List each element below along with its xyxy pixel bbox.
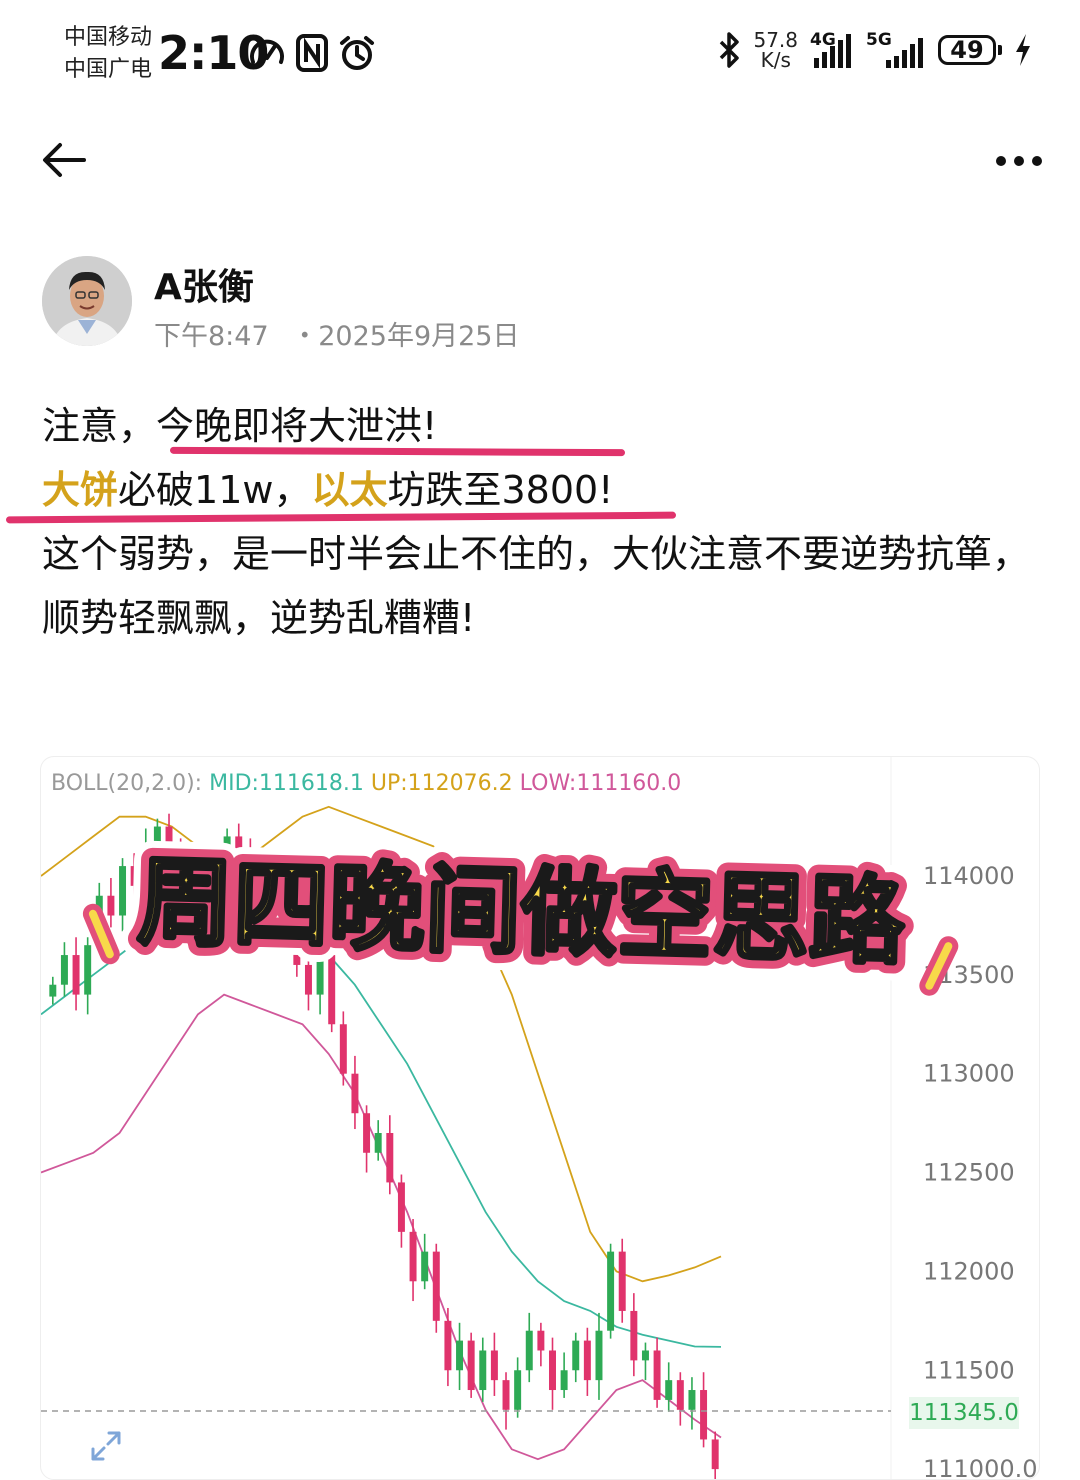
expand-icon[interactable] bbox=[89, 1429, 123, 1463]
candle-body bbox=[351, 1073, 359, 1114]
y-tick-label: 111500 bbox=[923, 1356, 1015, 1384]
candle-body bbox=[409, 1231, 417, 1282]
current-price-tag: 111345.0 bbox=[909, 1397, 1019, 1429]
post-time: 下午8:47 bbox=[154, 321, 269, 352]
title-banner: 周四晚间做空思路 周四晚间做空思路 周四晚间做空思路 bbox=[82, 829, 959, 996]
candle-body bbox=[432, 1251, 440, 1321]
candle-body bbox=[572, 1340, 580, 1371]
candle-body bbox=[514, 1370, 522, 1410]
candle-body bbox=[549, 1350, 556, 1391]
candle-body bbox=[456, 1340, 464, 1371]
nfc-icon bbox=[296, 34, 328, 72]
back-arrow-icon[interactable] bbox=[40, 138, 88, 182]
candle-body bbox=[700, 1390, 708, 1440]
signal-4g-icon: 4G bbox=[810, 30, 854, 68]
boll-label: BOLL(20,2.0): bbox=[51, 771, 203, 796]
more-options-icon[interactable] bbox=[994, 146, 1044, 176]
candle-body bbox=[676, 1380, 684, 1410]
candle-body bbox=[421, 1251, 429, 1282]
carrier-label: 中国移动 bbox=[64, 25, 153, 50]
status-icons-right: 57.8 K/s 4G 5G 49 bbox=[717, 30, 1032, 70]
charging-icon bbox=[1016, 34, 1030, 66]
candle-body bbox=[665, 1380, 673, 1400]
candle-body bbox=[49, 984, 57, 997]
candle-body bbox=[444, 1320, 452, 1371]
candle-body bbox=[502, 1380, 510, 1410]
battery-icon: 49 bbox=[938, 35, 1002, 65]
banner-slash-left bbox=[82, 903, 120, 965]
banner-slash-right bbox=[919, 936, 959, 996]
highlight-text: 大饼 bbox=[42, 468, 119, 512]
candle-body bbox=[630, 1310, 638, 1361]
carrier-label: 中国广电 bbox=[64, 57, 153, 82]
status-icons-left bbox=[248, 34, 376, 72]
status-bar: 中国移动 中国广电 2:10 57.8 K/s 4G 5G 49 bbox=[0, 0, 1080, 110]
network-speed-value: 57.8 bbox=[753, 28, 798, 52]
boll-low-line bbox=[41, 993, 722, 1461]
alarm-icon bbox=[340, 36, 374, 70]
y-tick-label: 113000 bbox=[923, 1060, 1015, 1088]
boll-indicator: BOLL(20,2.0): MID:111618.1 UP:112076.2 L… bbox=[51, 771, 681, 796]
svg-text:周四晚间做空思路: 周四晚间做空思路 bbox=[136, 846, 908, 978]
bluetooth-icon bbox=[720, 32, 740, 68]
candle-body bbox=[653, 1350, 661, 1400]
carrier-info: 中国移动 中国广电 bbox=[64, 22, 152, 86]
post-text: 坊跌至3800! bbox=[387, 468, 614, 512]
candle-body bbox=[595, 1330, 603, 1381]
y-tick-label: 112000 bbox=[923, 1257, 1015, 1285]
post-date: ・2025年9月25日 bbox=[291, 321, 520, 352]
speedometer-icon bbox=[250, 39, 284, 64]
signal-label: 5G bbox=[866, 30, 892, 50]
network-speed: 57.8 K/s bbox=[753, 30, 798, 70]
boll-low: LOW:111160.0 bbox=[519, 771, 682, 796]
y-tick-label: 111000.0 bbox=[923, 1455, 1038, 1479]
candle-body bbox=[490, 1350, 498, 1381]
candle-body bbox=[363, 1113, 371, 1153]
post-timestamp: 下午8:47 ・2025年9月25日 bbox=[154, 314, 519, 353]
chart-image[interactable]: 114000 113500 113000 112500 112000 111500 1110… bbox=[40, 756, 1040, 1480]
candle-body bbox=[583, 1340, 591, 1381]
signal-label: 4G bbox=[810, 30, 836, 50]
author-name[interactable]: A张衡 bbox=[154, 258, 254, 310]
candle-body bbox=[560, 1370, 568, 1391]
y-tick-label: 112500 bbox=[923, 1159, 1015, 1187]
candle-body bbox=[467, 1340, 475, 1391]
signal-5g-icon: 5G bbox=[866, 30, 926, 68]
candle-body bbox=[607, 1251, 615, 1331]
candle-body bbox=[339, 1024, 347, 1074]
candle-body bbox=[711, 1439, 719, 1470]
candle-body bbox=[479, 1350, 487, 1391]
candle-body bbox=[537, 1330, 545, 1351]
candle-body bbox=[374, 1133, 382, 1153]
highlight-text: 以太 bbox=[311, 468, 388, 512]
candle-body bbox=[525, 1330, 533, 1371]
boll-mid: MID:111618.1 bbox=[209, 771, 364, 796]
battery-level: 49 bbox=[938, 35, 996, 65]
post-line: 顺势轻飘飘，逆势乱糟糟! bbox=[42, 596, 476, 640]
candle-body bbox=[618, 1251, 626, 1311]
candle-body bbox=[60, 955, 68, 985]
network-speed-unit: K/s bbox=[760, 48, 791, 72]
candle-body bbox=[397, 1182, 405, 1232]
candle-body bbox=[386, 1133, 394, 1183]
boll-up: UP:112076.2 bbox=[370, 771, 513, 796]
candle-body bbox=[688, 1390, 696, 1410]
post-line: 这个弱势，是一时半会止不住的，大伙注意不要逆势抗箪， bbox=[42, 532, 1031, 576]
candle-body bbox=[641, 1350, 649, 1361]
post-text: 必破11w， bbox=[118, 468, 312, 512]
author-avatar[interactable] bbox=[42, 256, 132, 346]
